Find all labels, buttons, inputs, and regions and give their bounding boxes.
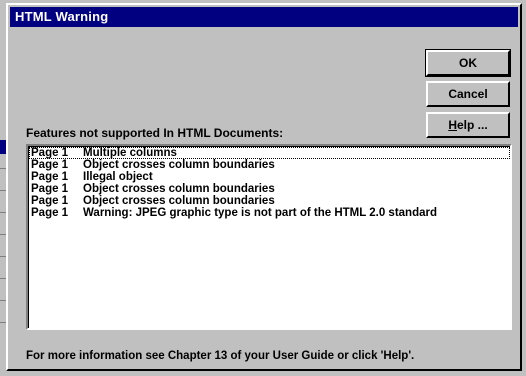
ok-button[interactable]: OK: [425, 49, 511, 77]
list-item-page: Page 1: [31, 147, 69, 159]
list-item-page: Page 1: [31, 207, 69, 219]
features-listbox[interactable]: Page 1 Multiple columns Page 1 Object cross…: [26, 144, 512, 330]
list-item-page: Page 1: [31, 159, 69, 171]
list-item[interactable]: Page 1 Multiple columns: [29, 147, 510, 159]
list-item-message: Illegal object: [83, 171, 153, 183]
ok-button-label: OK: [459, 56, 477, 70]
cancel-button-label: Cancel: [448, 87, 488, 101]
dialog-title: HTML Warning: [15, 9, 109, 24]
help-button-label: elp ...: [456, 118, 488, 132]
list-item-message: Object crosses column boundaries: [83, 159, 275, 171]
cancel-button[interactable]: Cancel: [426, 81, 510, 107]
list-item-message: Warning: JPEG graphic type is not part o…: [83, 207, 437, 219]
list-item[interactable]: Page 1 Object crosses column boundaries: [29, 159, 510, 171]
list-item-message: Multiple columns: [83, 147, 177, 159]
list-item-page: Page 1: [31, 171, 69, 183]
list-item-page: Page 1: [31, 195, 69, 207]
list-item[interactable]: Page 1 Object crosses column boundaries: [29, 195, 510, 207]
dialog-titlebar[interactable]: HTML Warning: [10, 7, 518, 27]
list-item-message: Object crosses column boundaries: [83, 195, 275, 207]
list-label: Features not supported In HTML Documents…: [26, 126, 284, 140]
help-footer-text: For more information see Chapter 13 of y…: [26, 350, 415, 362]
help-button-mnemonic: H: [448, 118, 457, 132]
list-item[interactable]: Page 1 Warning: JPEG graphic type is not …: [29, 207, 510, 219]
list-item-page: Page 1: [31, 183, 69, 195]
list-item[interactable]: Page 1 Object crosses column boundaries: [29, 183, 510, 195]
help-button[interactable]: Help ...: [426, 112, 510, 138]
list-item-message: Object crosses column boundaries: [83, 183, 275, 195]
html-warning-dialog: HTML Warning OK Cancel Help ... Features…: [6, 3, 522, 371]
features-list: Page 1 Multiple columns Page 1 Object cross…: [28, 146, 510, 328]
list-item[interactable]: Page 1 Illegal object: [29, 171, 510, 183]
